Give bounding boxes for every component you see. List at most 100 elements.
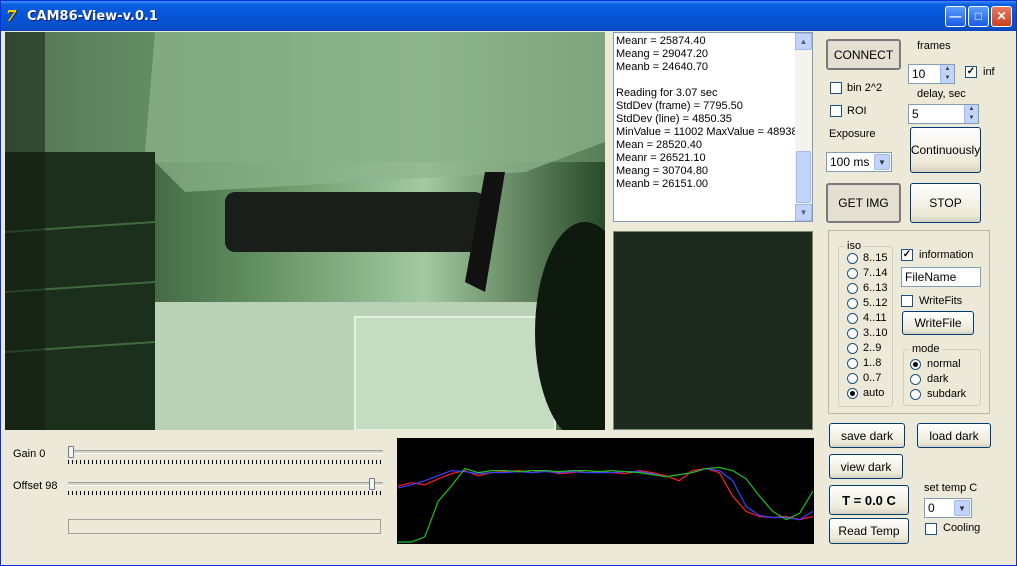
log-line: Meanr = 26521.10: [616, 152, 706, 164]
delay-spinner[interactable]: ▲ ▼: [964, 105, 978, 123]
dark-frame-view: [613, 231, 813, 430]
offset-slider-ticks: [68, 491, 383, 495]
inf-checkbox[interactable]: ✓: [965, 66, 977, 78]
writefits-checkbox[interactable]: [901, 295, 913, 307]
writefits-label: WriteFits: [919, 295, 963, 307]
roi-label: ROI: [847, 105, 867, 117]
iso-option-label: 1..8: [863, 357, 882, 369]
get-img-button[interactable]: GET IMG: [826, 183, 901, 223]
scroll-thumb[interactable]: [796, 151, 811, 203]
exposure-value: 100 ms: [830, 155, 870, 169]
stop-button[interactable]: STOP: [910, 183, 981, 223]
continuously-button[interactable]: Continuously: [910, 127, 981, 173]
iso-radio[interactable]: [847, 388, 858, 399]
information-checkbox[interactable]: ✓: [901, 249, 913, 261]
log-scrollbar[interactable]: ▲ ▼: [795, 33, 812, 221]
iso-option-label: auto: [863, 387, 885, 399]
iso-option-label: 6..13: [863, 282, 888, 294]
delay-label: delay, sec: [917, 88, 966, 100]
log-line: Meang = 30704.80: [616, 165, 709, 177]
mode-option-label: dark: [927, 373, 949, 385]
load-dark-button[interactable]: load dark: [917, 423, 991, 448]
offset-label: Offset 98: [13, 480, 58, 492]
log-memo[interactable]: Meanr = 25874.40 Meang = 29047.20 Meanb = …: [613, 32, 813, 222]
histogram-svg: [397, 466, 814, 543]
camera-image-view: [5, 32, 605, 430]
app-icon: 7: [6, 7, 17, 25]
log-line: Meanb = 24640.70: [616, 61, 709, 73]
delay-value: 5: [912, 107, 919, 121]
bin-checkbox[interactable]: [830, 82, 842, 94]
writefile-button[interactable]: WriteFile: [902, 311, 974, 335]
chevron-down-icon[interactable]: ▼: [874, 154, 890, 170]
iso-radio[interactable]: [847, 298, 858, 309]
log-line: Meang = 29047.20: [616, 48, 709, 60]
mode-radio[interactable]: [910, 359, 921, 370]
read-temp-button[interactable]: Read Temp: [829, 518, 909, 544]
exposure-label: Exposure: [829, 128, 876, 140]
iso-option-label: 5..12: [863, 297, 888, 309]
cooling-checkbox[interactable]: [925, 523, 937, 535]
minimize-button[interactable]: —: [945, 6, 966, 27]
delay-input[interactable]: 5 ▲ ▼: [908, 104, 979, 124]
frames-label: frames: [917, 40, 951, 52]
frames-input[interactable]: 10 ▲ ▼: [908, 64, 955, 84]
iso-option-label: 3..10: [863, 327, 888, 339]
histogram-plot: [397, 438, 814, 544]
iso-option-label: 8..15: [863, 252, 888, 264]
set-temp-label: set temp C: [924, 482, 978, 494]
exposure-select[interactable]: 100 ms ▼: [826, 152, 892, 172]
title-bar[interactable]: 7 CAM86-View-v.0.1 — □ ✕: [1, 1, 1016, 31]
mode-radio[interactable]: [910, 374, 921, 385]
iso-radio[interactable]: [847, 343, 858, 354]
close-icon: ✕: [996, 9, 1007, 23]
maximize-icon: □: [974, 9, 983, 23]
save-dark-button[interactable]: save dark: [829, 423, 905, 448]
log-line: StdDev (frame) = 7795.50: [616, 100, 743, 112]
connect-button[interactable]: CONNECT: [826, 39, 901, 70]
iso-radio[interactable]: [847, 253, 858, 264]
mode-option-label: subdark: [927, 388, 967, 400]
gain-slider-track[interactable]: [68, 450, 383, 454]
histogram-line: [397, 467, 814, 521]
set-temp-value: 0: [928, 501, 935, 515]
cooling-label: Cooling: [943, 522, 981, 534]
filename-input[interactable]: FileName: [901, 267, 981, 287]
bin-label: bin 2^2: [847, 82, 883, 94]
iso-radio[interactable]: [847, 283, 858, 294]
scroll-up-icon[interactable]: ▲: [795, 33, 812, 50]
camera-image: [5, 32, 605, 430]
iso-radio[interactable]: [847, 313, 858, 324]
offset-slider-thumb[interactable]: [368, 478, 375, 490]
information-label: information: [919, 249, 974, 261]
close-button[interactable]: ✕: [991, 6, 1012, 27]
histogram-line: [398, 466, 814, 543]
temperature-display: T = 0.0 C: [829, 485, 909, 515]
iso-radio[interactable]: [847, 358, 858, 369]
scroll-down-icon[interactable]: ▼: [795, 204, 812, 221]
iso-radio[interactable]: [847, 268, 858, 279]
view-dark-button[interactable]: view dark: [829, 454, 903, 479]
mode-option-label: normal: [927, 358, 961, 370]
iso-group-title: iso: [845, 240, 864, 252]
window-title: CAM86-View-v.0.1: [27, 9, 158, 24]
iso-radio[interactable]: [847, 373, 858, 384]
iso-option-label: 2..9: [863, 342, 882, 354]
maximize-button[interactable]: □: [968, 6, 989, 27]
mode-group-title: mode: [910, 343, 942, 355]
set-temp-select[interactable]: 0 ▼: [924, 498, 972, 518]
log-line: MinValue = 11002 MaxValue = 48938: [616, 126, 798, 138]
mode-radio[interactable]: [910, 389, 921, 400]
frames-spinner[interactable]: ▲ ▼: [940, 65, 954, 83]
gain-slider-thumb[interactable]: [68, 446, 74, 458]
roi-checkbox[interactable]: [830, 105, 842, 117]
offset-slider-track[interactable]: [68, 482, 383, 486]
progress-bar: [68, 519, 381, 534]
log-line: Mean = 28520.40: [616, 139, 702, 151]
frames-value: 10: [912, 67, 926, 81]
log-line: Reading for 3.07 sec: [616, 87, 718, 99]
chevron-down-icon[interactable]: ▼: [954, 500, 970, 516]
iso-radio[interactable]: [847, 328, 858, 339]
histogram-line: [397, 467, 814, 521]
